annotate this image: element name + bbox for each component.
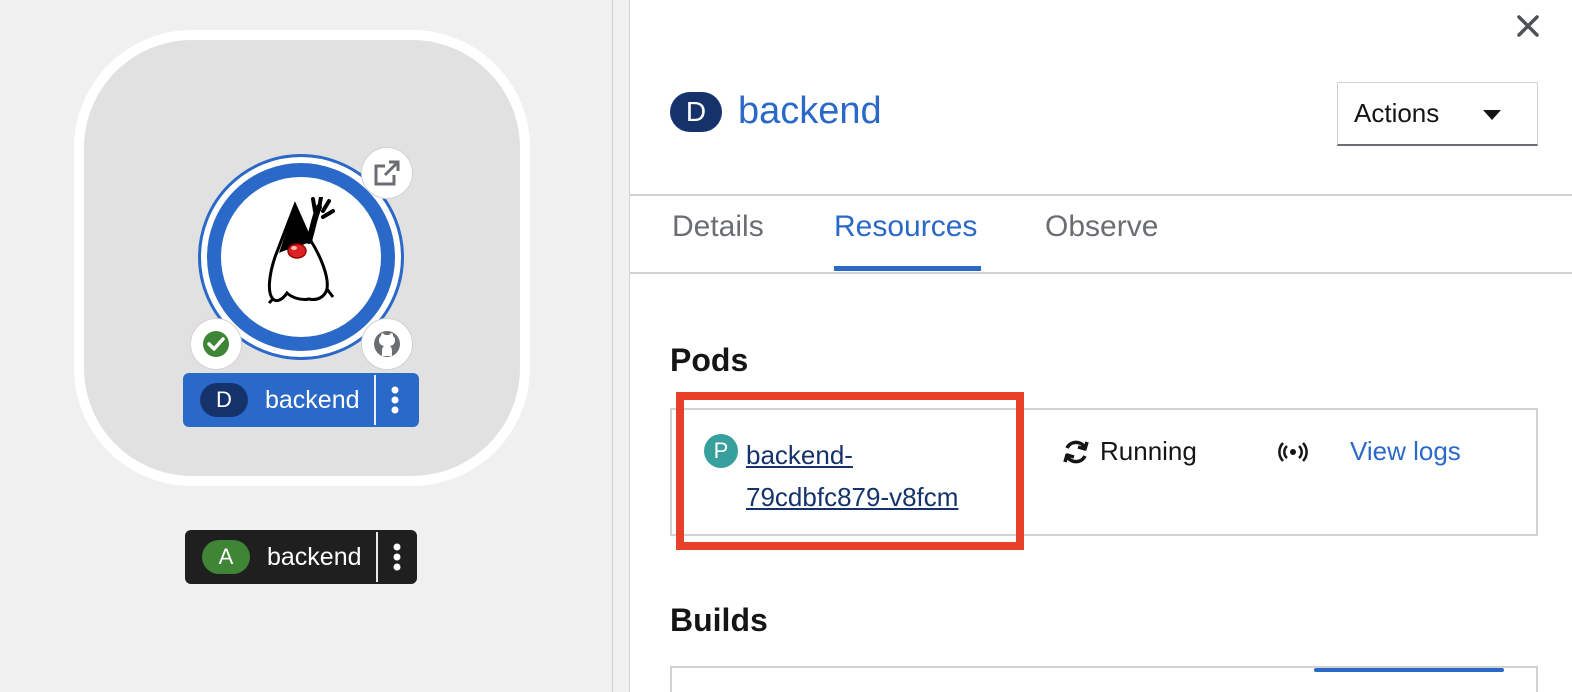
builds-row <box>670 666 1538 692</box>
highlight-box <box>676 392 1024 550</box>
sync-icon <box>1063 440 1089 463</box>
divider <box>630 194 1572 196</box>
tab-observe[interactable]: Observe <box>1045 210 1158 272</box>
pod-status: Running <box>1062 436 1197 467</box>
check-circle-icon <box>203 331 229 357</box>
close-button[interactable] <box>1510 8 1546 44</box>
signal-icon <box>1278 442 1308 462</box>
deployment-node-label[interactable]: D backend <box>183 373 419 427</box>
build-status-decorator[interactable] <box>190 318 242 370</box>
view-logs-link[interactable]: View logs <box>1350 436 1461 467</box>
start-build-button[interactable] <box>1314 668 1504 672</box>
external-link-icon <box>374 160 400 186</box>
github-icon <box>374 331 400 357</box>
label-separator <box>375 532 378 582</box>
side-panel: D backend Actions Details Resources Obse… <box>630 0 1572 692</box>
pod-status-text: Running <box>1100 436 1197 466</box>
caret-down-icon <box>1483 110 1501 120</box>
actions-dropdown[interactable]: Actions <box>1337 82 1538 146</box>
resource-badge: D <box>670 91 722 132</box>
application-badge: A <box>202 540 250 574</box>
source-code-decorator[interactable] <box>361 318 413 370</box>
kebab-icon[interactable] <box>378 530 416 584</box>
deployment-badge: D <box>200 383 248 417</box>
divider <box>630 272 1572 274</box>
label-separator <box>373 375 376 425</box>
close-icon <box>1517 15 1539 37</box>
kebab-icon[interactable] <box>376 373 414 427</box>
resource-name-link[interactable]: backend <box>738 90 882 133</box>
panel-resize-handle[interactable] <box>612 0 630 692</box>
duke-java-icon <box>267 197 335 305</box>
topology-canvas[interactable]: D backend A backend <box>0 0 612 692</box>
actions-label: Actions <box>1354 98 1440 128</box>
tab-resources[interactable]: Resources <box>834 210 977 272</box>
active-tab-indicator <box>834 266 981 271</box>
builds-heading: Builds <box>670 602 768 638</box>
open-url-decorator[interactable] <box>361 147 413 199</box>
pods-heading: Pods <box>670 342 749 378</box>
panel-title: D backend <box>670 90 882 133</box>
application-group-label[interactable]: A backend <box>185 530 417 584</box>
deployment-name: backend <box>265 385 360 414</box>
tab-details[interactable]: Details <box>672 210 764 272</box>
pod-row: P backend- 79cdbfc879-v8fcm Running View… <box>670 392 1538 550</box>
application-name: backend <box>267 542 362 571</box>
